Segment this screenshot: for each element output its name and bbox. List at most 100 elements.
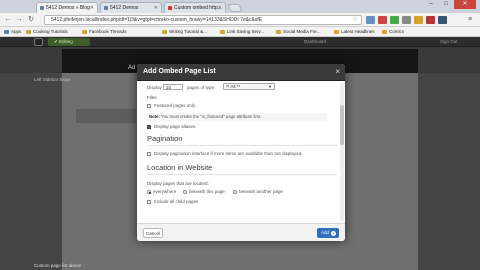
- featured-note: Note: You must create the "is_featured" …: [147, 113, 327, 121]
- note-text: You must create the "is_featured" page a…: [161, 114, 262, 119]
- reload-icon[interactable]: ↻: [27, 16, 35, 24]
- dialog-title: Add Ombed Page List: [143, 68, 216, 75]
- editing-button[interactable]: ✔ Editing: [48, 38, 90, 46]
- page-aliases-label: Display page aliases.: [154, 124, 197, 129]
- menu-icon[interactable]: ≡: [466, 16, 474, 24]
- pagination-heading: Pagination: [147, 134, 183, 143]
- extension-icon[interactable]: [414, 16, 423, 24]
- dialog-title-behind: Ad: [128, 65, 136, 71]
- cancel-button[interactable]: Cancel: [143, 228, 163, 238]
- page-type-value: ** All **: [226, 84, 241, 89]
- include-child-checkbox[interactable]: [147, 200, 151, 204]
- left-sidebar-heading: Left Sidebar Blogs: [34, 77, 71, 82]
- bookmark-folder[interactable]: Comics: [382, 28, 404, 36]
- note-label: Note:: [149, 114, 160, 119]
- footer-text: Custom page list above: [34, 263, 82, 268]
- add-button[interactable]: Add +: [317, 228, 339, 238]
- location-everywhere-radio[interactable]: [147, 190, 151, 194]
- bookmark-folder[interactable]: Writing Tutorial &...: [162, 28, 207, 36]
- bookmark-apps[interactable]: Apps: [4, 28, 21, 36]
- bookmark-star-icon[interactable]: ☆: [352, 15, 358, 23]
- extension-icon[interactable]: [402, 16, 411, 24]
- extension-icon[interactable]: [426, 16, 435, 24]
- pages-of-type-label: pages of type: [187, 85, 215, 90]
- bookmark-folder[interactable]: Facebook Threads: [82, 28, 126, 36]
- extension-icon[interactable]: [438, 16, 447, 24]
- location-heading: Location in Website: [147, 163, 213, 172]
- tab-custom-embed[interactable]: Custom ombed http... ✕: [164, 2, 226, 13]
- favicon-icon: [40, 6, 44, 10]
- close-window-button[interactable]: ✕: [454, 0, 476, 9]
- sign-out-link[interactable]: Sign Out: [440, 39, 458, 44]
- apps-icon: [4, 30, 9, 34]
- page-aliases-checkbox[interactable]: [147, 125, 151, 129]
- favicon-icon: [104, 6, 108, 10]
- tab-blog[interactable]: 5412 Demos » Blog ✕: [36, 2, 98, 13]
- location-beneath-another-label: beneath another page: [239, 189, 284, 194]
- bookmark-folder[interactable]: Social Media Fre...: [276, 28, 321, 36]
- dashboard-link[interactable]: Dashboard: [304, 39, 326, 44]
- left-sidebar: [0, 73, 62, 270]
- divider: [147, 174, 337, 175]
- location-everywhere-label: everywhere: [153, 189, 177, 194]
- bookmark-label: Link Saving Serv...: [227, 29, 265, 34]
- folder-icon: [26, 30, 31, 34]
- page-type-select[interactable]: ** All ** ▼: [223, 83, 275, 90]
- cms-logo[interactable]: [34, 38, 43, 46]
- filter-label: Filter: [147, 95, 157, 100]
- folder-icon: [220, 30, 225, 34]
- pagination-checkbox[interactable]: [147, 152, 151, 156]
- folder-icon: [334, 30, 339, 34]
- bookmark-label: Cooking Tutorials: [33, 29, 68, 34]
- add-page-list-dialog: Add Ombed Page List × Display 10 pages o…: [137, 64, 345, 241]
- display-count-input[interactable]: 10: [163, 84, 183, 90]
- minimize-button[interactable]: –: [424, 0, 438, 9]
- folder-icon: [382, 30, 387, 34]
- close-tab-icon[interactable]: ✕: [154, 5, 158, 11]
- address-bar[interactable]: 5412.pfeiferjon.local/index.php/dl=1|3&v…: [44, 15, 362, 25]
- bookmarks-bar: Apps Cooking Tutorials Facebook Threads …: [0, 27, 480, 37]
- divider: [147, 145, 337, 146]
- extension-icon[interactable]: [390, 16, 399, 24]
- scrollbar-thumb[interactable]: [340, 105, 344, 145]
- tab-label: 5412 Demos: [110, 5, 139, 11]
- folder-icon: [162, 30, 167, 34]
- display-label: Display: [147, 85, 162, 90]
- extension-icon[interactable]: [378, 16, 387, 24]
- tab-label: Custom ombed http...: [174, 5, 222, 11]
- dialog-footer: Cancel Add +: [137, 223, 345, 241]
- pagination-label: Display pagination interface if more ite…: [154, 151, 303, 156]
- extension-icon[interactable]: [366, 16, 375, 24]
- new-tab-button[interactable]: [227, 4, 243, 12]
- close-tab-icon[interactable]: ✕: [90, 5, 94, 11]
- featured-label: Featured pages only.: [154, 103, 196, 108]
- right-sidebar: [418, 73, 480, 270]
- location-beneath-this-radio[interactable]: [183, 190, 187, 194]
- bookmark-label: Facebook Threads: [89, 29, 127, 34]
- folder-icon: [276, 30, 281, 34]
- folder-icon: [82, 30, 87, 34]
- add-button-label: Add: [321, 230, 330, 235]
- browser-toolbar: ← → ↻ 5412.pfeiferjon.local/index.php/dl…: [0, 13, 480, 27]
- bookmark-label: Apps: [11, 29, 22, 34]
- maximize-button[interactable]: □: [439, 0, 453, 9]
- bookmark-folder[interactable]: Cooking Tutorials: [26, 28, 68, 36]
- chevron-down-icon: ▼: [268, 84, 272, 89]
- close-icon[interactable]: ×: [335, 67, 340, 77]
- bookmark-folder[interactable]: Latest Headlines: [334, 28, 375, 36]
- dialog-body: Display 10 pages of type ** All ** ▼ Fil…: [137, 81, 345, 223]
- close-tab-icon[interactable]: ✕: [218, 5, 222, 11]
- tab-demos[interactable]: 5412 Demos ✕: [100, 2, 162, 13]
- dialog-scrollbar[interactable]: [340, 83, 344, 221]
- forward-icon[interactable]: →: [15, 16, 23, 24]
- bookmark-label: Writing Tutorial &...: [169, 29, 207, 34]
- edit-area-block: [76, 109, 136, 123]
- favicon-icon: [168, 6, 172, 10]
- bookmark-folder[interactable]: Link Saving Serv...: [220, 28, 264, 36]
- bookmark-label: Comics: [389, 29, 405, 34]
- back-icon[interactable]: ←: [4, 16, 12, 24]
- location-beneath-another-radio[interactable]: [233, 190, 237, 194]
- featured-checkbox[interactable]: [147, 104, 151, 108]
- tab-strip: 5412 Demos » Blog ✕ 5412 Demos ✕ Custom …: [0, 0, 480, 13]
- dialog-header: Add Ombed Page List ×: [137, 64, 345, 81]
